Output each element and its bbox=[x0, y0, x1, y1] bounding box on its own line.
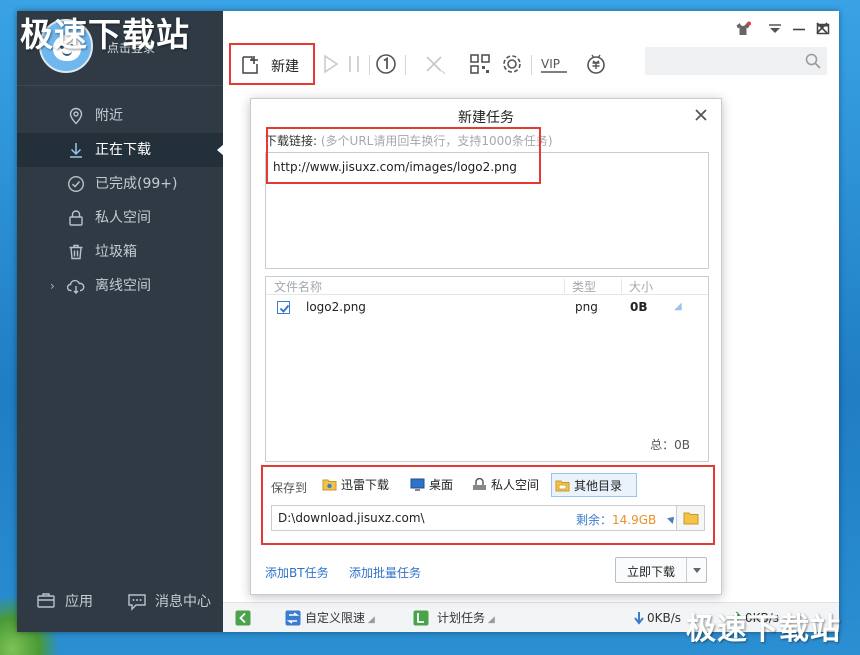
file-type: png bbox=[575, 300, 598, 314]
menu-icon[interactable] bbox=[767, 21, 783, 37]
dest-other-directory[interactable]: 其他目录 bbox=[551, 473, 637, 497]
save-path-value: D:\download.jisuxz.com\ bbox=[278, 511, 425, 525]
new-task-dialog: 新建任务 下载链接: (多个URL请用回车换行，支持1000条任务) http:… bbox=[250, 98, 722, 595]
schedule-task-button[interactable]: 计划任务 ◢ bbox=[413, 603, 495, 633]
toolbar-separator bbox=[405, 55, 406, 75]
expand-chevron-icon[interactable]: › bbox=[50, 269, 55, 303]
check-circle-icon bbox=[67, 175, 85, 193]
dialog-title: 新建任务 bbox=[458, 110, 514, 126]
total-size: 总：0B bbox=[650, 438, 690, 452]
settings-gear-icon[interactable] bbox=[501, 53, 523, 75]
location-icon bbox=[69, 107, 83, 125]
sidebar-divider bbox=[17, 85, 223, 86]
add-bt-task-link[interactable]: 添加BT任务 bbox=[265, 564, 329, 581]
size-dropdown-icon[interactable]: ◢ bbox=[674, 301, 682, 312]
apps-icon bbox=[37, 593, 55, 608]
speed-limit-icon bbox=[285, 610, 301, 626]
file-list: 文件名称 类型 大小 logo2.png png 0B ◢ 总：0B bbox=[265, 276, 709, 462]
sidebar-item-offline-space[interactable]: › 离线空间 bbox=[17, 269, 223, 303]
priority-download-icon[interactable] bbox=[375, 53, 397, 75]
sidebar-nav: 附近 正在下载 已完成(99+) 私人空间 垃圾箱 › 离线空间 bbox=[17, 99, 224, 303]
schedule-icon bbox=[413, 610, 429, 626]
watermark-bottom-right: 极速下载站 bbox=[686, 612, 841, 647]
desktop-icon bbox=[410, 478, 425, 491]
folder-icon bbox=[322, 479, 337, 491]
collapse-sidebar-button[interactable] bbox=[235, 603, 251, 633]
sidebar-item-private-space[interactable]: 私人空间 bbox=[17, 201, 223, 235]
new-task-button[interactable]: 新建 bbox=[229, 43, 315, 85]
vip-icon[interactable]: VIP bbox=[539, 53, 569, 75]
sidebar-item-downloading[interactable]: 正在下载 bbox=[17, 133, 224, 167]
speed-limit-button[interactable]: 自定义限速 ◢ bbox=[285, 603, 375, 633]
start-icon[interactable] bbox=[319, 53, 341, 75]
sidebar: 点击登录 附近 正在下载 已完成(99+) 私人空间 垃圾箱 › 离线空间 应用… bbox=[17, 11, 224, 632]
browse-folder-button[interactable] bbox=[676, 506, 704, 530]
sidebar-item-label: 已完成(99+) bbox=[95, 176, 178, 192]
close-window-icon[interactable] bbox=[815, 21, 829, 35]
file-list-header: 文件名称 类型 大小 bbox=[266, 277, 708, 295]
col-size[interactable]: 大小 bbox=[629, 278, 653, 295]
cloud-download-icon bbox=[67, 279, 85, 294]
watermark-top-left: 极速下载站 bbox=[20, 15, 190, 54]
file-name: logo2.png bbox=[306, 300, 366, 314]
url-highlight-box bbox=[266, 127, 541, 184]
download-speed: 0KB/s bbox=[633, 603, 681, 633]
download-now-button[interactable]: 立即下载 bbox=[615, 557, 707, 583]
toolbar-separator bbox=[531, 55, 532, 75]
qr-code-icon[interactable] bbox=[469, 53, 491, 75]
add-batch-task-link[interactable]: 添加批量任务 bbox=[349, 564, 421, 581]
sidebar-item-label: 附近 bbox=[95, 108, 123, 124]
skin-shirt-icon[interactable] bbox=[735, 21, 751, 37]
table-row[interactable]: logo2.png png 0B ◢ bbox=[266, 297, 708, 319]
chat-bubble-icon bbox=[128, 594, 146, 611]
file-checkbox[interactable] bbox=[277, 301, 290, 314]
download-arrow-icon bbox=[70, 143, 82, 158]
chevron-left-icon bbox=[235, 610, 251, 626]
search-icon bbox=[805, 53, 821, 69]
dest-xunlei-download[interactable]: 迅雷下载 bbox=[319, 473, 401, 497]
apps-button[interactable]: 应用 bbox=[37, 590, 93, 614]
folder-open-icon bbox=[555, 480, 570, 492]
sidebar-item-label: 垃圾箱 bbox=[95, 244, 137, 260]
search-input[interactable] bbox=[645, 47, 827, 75]
toolbar-separator bbox=[369, 55, 370, 75]
svg-text:VIP: VIP bbox=[541, 57, 560, 71]
col-type[interactable]: 类型 bbox=[572, 278, 596, 295]
delete-icon[interactable] bbox=[423, 53, 445, 75]
dest-desktop[interactable]: 桌面 bbox=[407, 473, 463, 497]
sidebar-item-completed[interactable]: 已完成(99+) bbox=[17, 167, 223, 201]
sidebar-bottom: 应用 消息中心 bbox=[17, 590, 223, 614]
checkmark-icon bbox=[279, 304, 290, 313]
chevron-down-icon[interactable] bbox=[693, 568, 701, 573]
folder-icon bbox=[683, 512, 699, 525]
private-space-icon bbox=[473, 478, 486, 490]
save-to-label: 保存到 bbox=[271, 481, 308, 495]
wallet-icon[interactable] bbox=[585, 53, 607, 75]
lock-icon bbox=[69, 210, 83, 226]
free-space: 剩余：14.9GB bbox=[576, 513, 657, 527]
sidebar-item-label: 正在下载 bbox=[95, 142, 151, 158]
sidebar-item-trash[interactable]: 垃圾箱 bbox=[17, 235, 223, 269]
col-name[interactable]: 文件名称 bbox=[274, 278, 322, 295]
new-file-icon bbox=[242, 56, 258, 74]
message-center-button[interactable]: 消息中心 bbox=[127, 590, 211, 614]
close-icon[interactable] bbox=[693, 107, 709, 123]
sidebar-item-label: 私人空间 bbox=[95, 210, 151, 226]
trash-icon bbox=[69, 244, 83, 260]
sidebar-item-label: 离线空间 bbox=[95, 278, 151, 294]
down-arrow-icon bbox=[634, 612, 644, 625]
minimize-icon[interactable] bbox=[791, 21, 807, 37]
pause-icon[interactable] bbox=[343, 53, 365, 75]
file-size: 0B bbox=[630, 300, 648, 314]
sidebar-item-nearby[interactable]: 附近 bbox=[17, 99, 223, 133]
save-location-section: 保存到 迅雷下载 桌面 私人空间 其他目录 D:\download.jisuxz… bbox=[261, 465, 715, 545]
dest-private-space[interactable]: 私人空间 bbox=[469, 473, 549, 497]
save-path-input[interactable]: D:\download.jisuxz.com\ 剩余：14.9GB bbox=[271, 505, 705, 531]
